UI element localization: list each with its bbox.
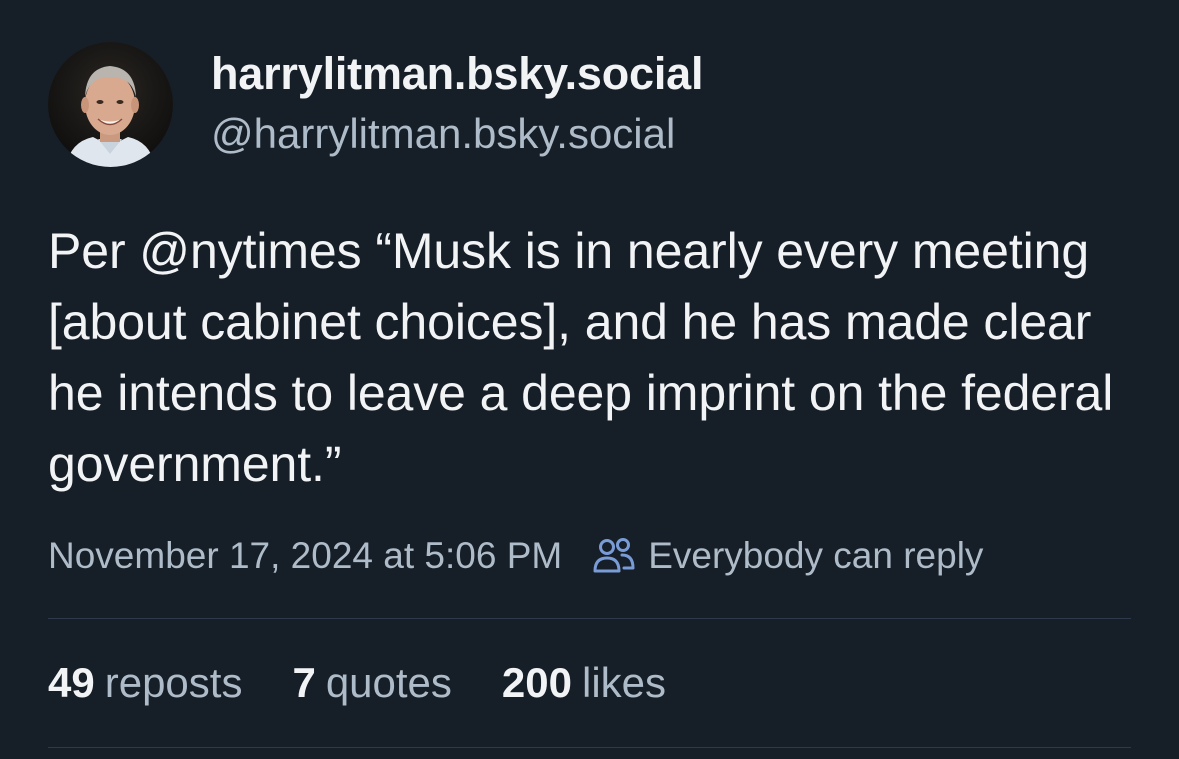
reply-setting[interactable]: Everybody can reply <box>592 535 983 577</box>
post-stats: 49 reposts 7 quotes 200 likes <box>48 619 1131 747</box>
reposts-label: reposts <box>104 659 243 706</box>
post-header: harrylitman.bsky.social @harrylitman.bsk… <box>48 40 1131 168</box>
avatar-image <box>48 41 173 167</box>
likes-label: likes <box>582 659 667 706</box>
post-text: Per @nytimes “Musk is in nearly every me… <box>48 223 1114 492</box>
likes-stat[interactable]: 200 likes <box>502 659 666 707</box>
likes-count: 200 <box>501 659 572 706</box>
post-thread-item: harrylitman.bsky.social @harrylitman.bsk… <box>48 40 1131 748</box>
author-handle[interactable]: @harrylitman.bsky.social <box>211 106 703 162</box>
divider <box>48 747 1131 748</box>
quotes-count: 7 <box>292 659 316 706</box>
reposts-stat[interactable]: 49 reposts <box>48 659 242 707</box>
author-display-name[interactable]: harrylitman.bsky.social <box>211 46 703 102</box>
people-icon <box>592 536 636 576</box>
author-names: harrylitman.bsky.social @harrylitman.bsk… <box>211 46 703 162</box>
reposts-count: 49 <box>48 659 95 706</box>
reply-setting-label: Everybody can reply <box>648 535 984 576</box>
avatar[interactable] <box>48 41 173 167</box>
quotes-label: quotes <box>325 659 452 706</box>
post-meta: November 17, 2024 at 5:06 PM Everybody c… <box>48 530 1131 582</box>
post-timestamp[interactable]: November 17, 2024 at 5:06 PM <box>48 535 562 577</box>
quotes-stat[interactable]: 7 quotes <box>292 659 451 707</box>
